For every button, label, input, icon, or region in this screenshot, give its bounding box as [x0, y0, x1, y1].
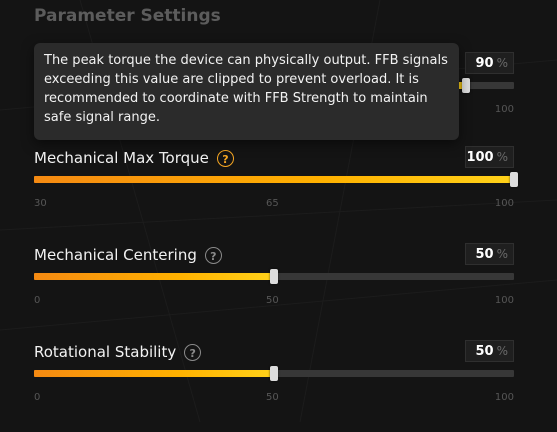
tick-mid: 50 — [266, 392, 279, 403]
help-icon[interactable]: ? — [204, 247, 222, 264]
tick-mid: 50 — [266, 295, 279, 306]
slider-fill — [34, 176, 514, 183]
param-label: Mechanical Max Torque? — [34, 148, 234, 168]
slider-thumb[interactable] — [270, 269, 278, 284]
value-input[interactable]: 100 % — [465, 146, 514, 168]
slider-thumb[interactable] — [510, 172, 518, 187]
slider-thumb[interactable] — [270, 366, 278, 381]
slider-fill — [34, 273, 274, 280]
param-row-mechanical-max-torque: Mechanical Max Torque? 100 % 30 65 100 — [0, 146, 557, 238]
tick-min: 0 — [34, 295, 41, 306]
slider-thumb[interactable] — [462, 78, 470, 93]
value-number: 90 — [475, 55, 494, 71]
tick-max: 100 — [494, 198, 514, 209]
param-label-text: Mechanical Max Torque — [34, 149, 209, 167]
param-label: Rotational Stability? — [34, 342, 202, 362]
tick-mid: 65 — [266, 198, 279, 209]
param-label-text: Rotational Stability — [34, 343, 177, 361]
value-input[interactable]: 90 % — [465, 52, 514, 74]
param-label-text: Mechanical Centering — [34, 246, 197, 264]
param-label: Mechanical Centering? — [34, 245, 222, 265]
value-input[interactable]: 50 % — [465, 340, 514, 362]
param-row-rotational-stability: Rotational Stability? 50 % 0 50 100 — [0, 340, 557, 432]
value-input[interactable]: 50 % — [465, 243, 514, 265]
param-row-mechanical-centering: Mechanical Centering? 50 % 0 50 100 — [0, 243, 557, 335]
help-icon[interactable]: ? — [216, 150, 234, 167]
tick-min: 30 — [34, 198, 47, 209]
percent-unit: % — [496, 56, 508, 70]
percent-unit: % — [496, 247, 508, 261]
help-icon[interactable]: ? — [184, 344, 202, 361]
slider-track[interactable] — [34, 269, 514, 284]
help-tooltip: The peak torque the device can physicall… — [34, 43, 459, 140]
value-number: 50 — [475, 246, 494, 262]
slider-track[interactable] — [34, 172, 518, 187]
slider-fill — [34, 370, 274, 377]
tick-max: 100 — [494, 392, 514, 403]
value-number: 50 — [475, 343, 494, 359]
tick-max: 100 — [494, 295, 514, 306]
section-title: Parameter Settings — [34, 6, 221, 26]
value-number: 100 — [466, 149, 494, 165]
slider-track[interactable] — [34, 366, 514, 381]
tick-max: 100 — [494, 104, 514, 115]
percent-unit: % — [496, 150, 508, 164]
tick-min: 0 — [34, 392, 41, 403]
percent-unit: % — [496, 344, 508, 358]
